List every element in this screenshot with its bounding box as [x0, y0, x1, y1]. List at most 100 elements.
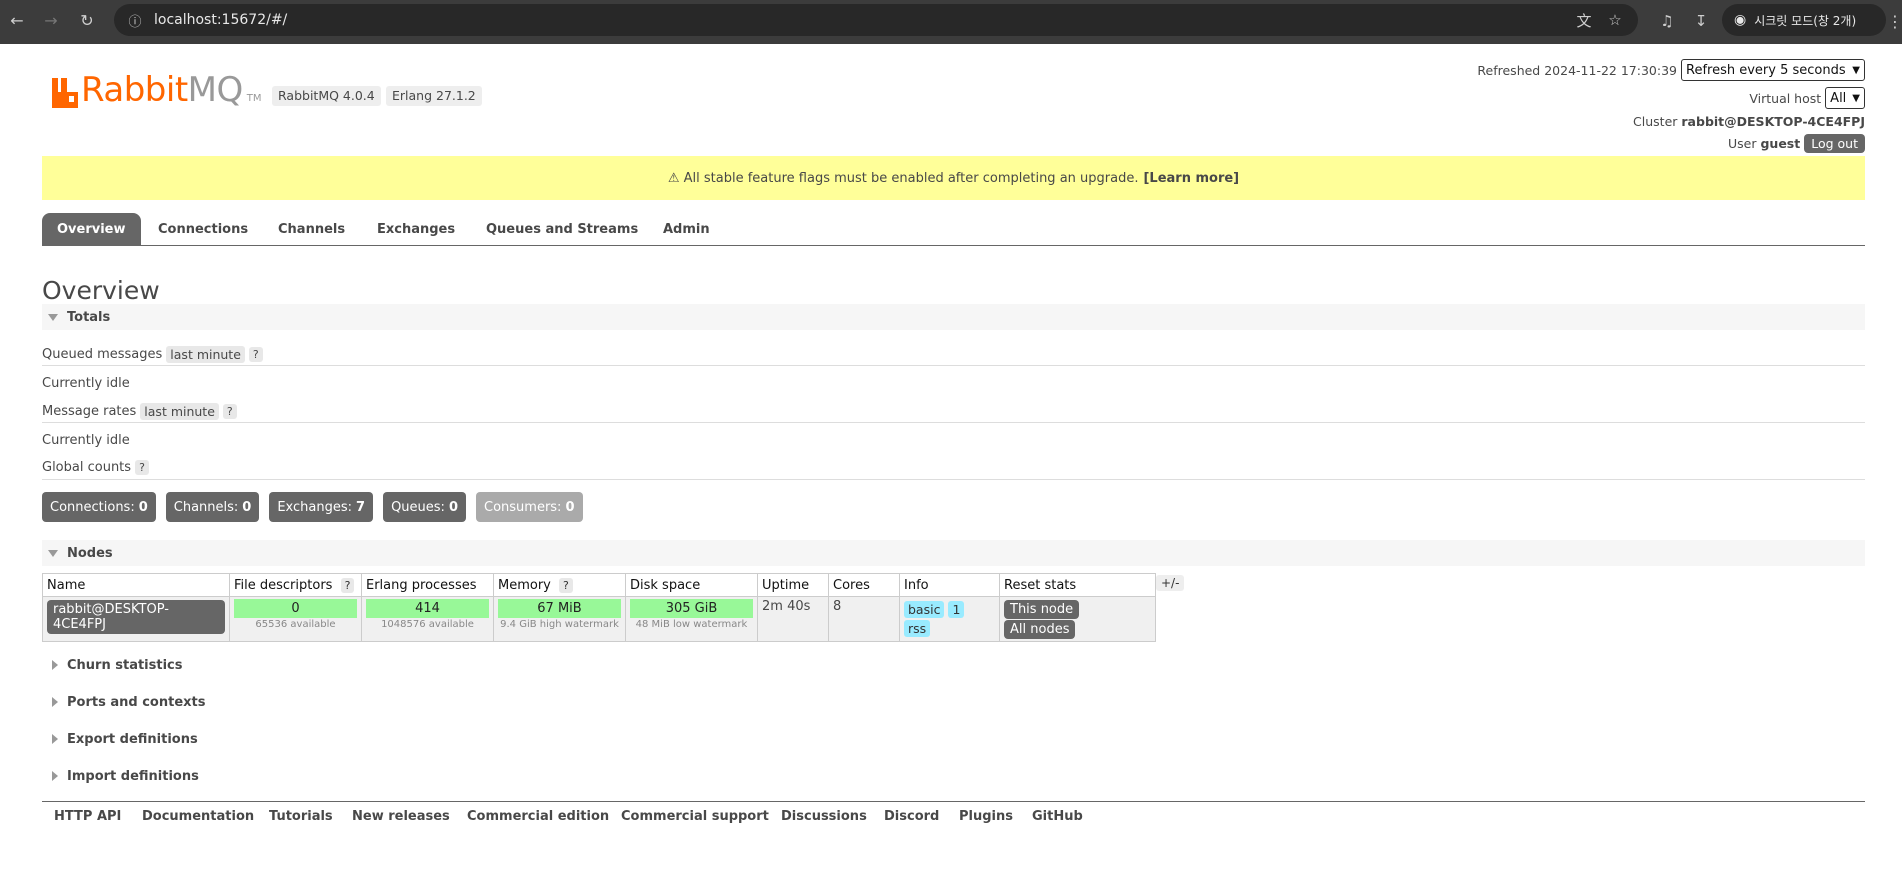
- info-icon[interactable]: ⓘ: [124, 9, 146, 31]
- col-cores: Cores: [828, 573, 900, 597]
- footer-link-github[interactable]: GitHub: [1032, 809, 1083, 824]
- processes-cell: 414 1048576 available: [361, 596, 494, 642]
- section-title: Ports and contexts: [67, 694, 206, 710]
- ports-and-contexts-section[interactable]: Ports and contexts: [42, 689, 1865, 715]
- global-counts-row: Global counts ?: [42, 460, 149, 475]
- info-tag-count: 1: [948, 601, 965, 618]
- count-value: 0: [565, 499, 575, 515]
- erlang-version: Erlang 27.1.2: [386, 86, 482, 106]
- queued-messages-row: Queued messages last minute ?: [42, 346, 263, 363]
- footer-link-commercial-support[interactable]: Commercial support: [621, 809, 769, 824]
- table-header-row: Name File descriptors ? Erlang processes…: [42, 573, 1156, 597]
- logout-button[interactable]: Log out: [1804, 134, 1865, 153]
- refresh-row: Refreshed 2024-11-22 17:30:39 Refresh ev…: [1477, 59, 1865, 81]
- churn-statistics-section[interactable]: Churn statistics: [42, 652, 1865, 678]
- count-label: Exchanges:: [277, 499, 353, 515]
- user-row: User guest Log out: [1728, 134, 1865, 153]
- totals-section-header[interactable]: Totals: [42, 304, 1865, 330]
- queued-range-select[interactable]: last minute: [166, 346, 245, 363]
- tab-connections[interactable]: Connections: [158, 213, 248, 245]
- count-label: Queues:: [391, 499, 445, 515]
- reset-stats-cell: This nodeAll nodes: [999, 596, 1156, 642]
- refresh-interval-select[interactable]: Refresh every 5 seconds ▼: [1681, 59, 1865, 81]
- reset-all-nodes-button[interactable]: All nodes: [1004, 620, 1076, 639]
- refreshed-label: Refreshed: [1477, 62, 1541, 78]
- collapsed-triangle-icon: [52, 697, 58, 707]
- footer-link-new-releases[interactable]: New releases: [352, 809, 450, 824]
- chevron-down-icon: ▼: [1852, 64, 1860, 76]
- tab-exchanges[interactable]: Exchanges: [377, 213, 455, 245]
- footer-link-documentation[interactable]: Documentation: [142, 809, 254, 824]
- banner-text: ⚠ All stable feature flags must be enabl…: [667, 170, 1139, 186]
- processes-bar: 414: [366, 599, 489, 618]
- reload-icon[interactable]: ↻: [72, 0, 102, 40]
- section-title: Export definitions: [67, 731, 198, 747]
- rates-help-button[interactable]: ?: [222, 404, 237, 419]
- address-bar[interactable]: ⓘ localhost:15672/#/ 文 ☆: [114, 4, 1638, 36]
- columns-toggle-button[interactable]: +/-: [1156, 575, 1185, 591]
- fd-bar: 0: [234, 599, 357, 618]
- tab-queues-and-streams[interactable]: Queues and Streams: [486, 213, 638, 245]
- nodes-section-header[interactable]: Nodes: [42, 540, 1865, 566]
- fd-available: 65536 available: [255, 619, 336, 630]
- star-icon[interactable]: ☆: [1604, 9, 1626, 31]
- download-icon[interactable]: ↧: [1689, 9, 1713, 33]
- cores-cell: 8: [828, 596, 900, 642]
- import-definitions-section[interactable]: Import definitions: [42, 763, 1865, 789]
- logo-trademark: TM: [246, 93, 262, 104]
- url-text[interactable]: localhost:15672/#/: [154, 12, 287, 28]
- tab-admin[interactable]: Admin: [663, 213, 710, 245]
- footer-link-commercial-edition[interactable]: Commercial edition: [467, 809, 609, 824]
- nodes-title: Nodes: [67, 545, 113, 561]
- connections-count[interactable]: Connections: 0: [42, 492, 156, 522]
- queued-help-button[interactable]: ?: [248, 347, 263, 362]
- queues-count[interactable]: Queues: 0: [383, 492, 466, 522]
- refresh-interval-value: Refresh every 5 seconds: [1686, 62, 1846, 78]
- channels-count[interactable]: Channels: 0: [165, 492, 260, 522]
- info-tag-basic: basic: [904, 601, 945, 618]
- translate-icon[interactable]: 文: [1573, 9, 1595, 31]
- vhost-select[interactable]: All ▼: [1825, 87, 1865, 109]
- footer-link-discord[interactable]: Discord: [884, 809, 939, 824]
- help-button[interactable]: ?: [559, 577, 573, 593]
- node-name-link[interactable]: rabbit@DESKTOP-4CE4FPJ: [47, 600, 225, 634]
- uptime-cell: 2m 40s: [757, 596, 829, 642]
- media-icon[interactable]: ♫: [1655, 9, 1679, 33]
- col-memory: Memory ?: [493, 573, 626, 597]
- rates-range-select[interactable]: last minute: [140, 403, 219, 420]
- forward-icon[interactable]: →: [36, 0, 66, 40]
- export-definitions-section[interactable]: Export definitions: [42, 726, 1865, 752]
- cluster-name: rabbit@DESKTOP-4CE4FPJ: [1681, 114, 1865, 129]
- exchanges-count[interactable]: Exchanges: 7: [269, 492, 374, 522]
- processes-available: 1048576 available: [381, 619, 474, 630]
- chevron-down-icon: ▼: [1852, 92, 1860, 104]
- tab-channels[interactable]: Channels: [278, 213, 345, 245]
- user-label: User: [1727, 136, 1757, 151]
- learn-more-link[interactable]: [Learn more]: [1143, 171, 1239, 186]
- back-icon[interactable]: ←: [2, 0, 32, 40]
- menu-icon[interactable]: ⋮: [1887, 9, 1902, 33]
- footer-link-tutorials[interactable]: Tutorials: [269, 809, 333, 824]
- rates-idle-text: Currently idle: [42, 433, 130, 448]
- help-button[interactable]: ?: [340, 577, 355, 593]
- consumers-count[interactable]: Consumers: 0: [476, 492, 583, 522]
- footer: HTTP API Documentation Tutorials New rel…: [42, 801, 1865, 832]
- memory-bar: 67 MiB: [498, 599, 621, 618]
- user-name: guest: [1760, 136, 1801, 151]
- tab-overview[interactable]: Overview: [42, 213, 141, 245]
- divider: [42, 422, 1865, 423]
- divider: [42, 479, 1865, 480]
- footer-link-plugins[interactable]: Plugins: [959, 809, 1013, 824]
- rabbitmq-logo[interactable]: Rabbit MQ TM: [52, 68, 262, 108]
- rabbit-logo-icon: [52, 78, 78, 108]
- cluster-row: Cluster rabbit@DESKTOP-4CE4FPJ: [1633, 114, 1865, 129]
- global-counts-help-button[interactable]: ?: [135, 460, 149, 475]
- footer-link-discussions[interactable]: Discussions: [781, 809, 867, 824]
- incognito-indicator[interactable]: ◉ 시크릿 모드(창 2개): [1722, 4, 1886, 36]
- expanded-triangle-icon: [48, 549, 58, 557]
- reset-this-node-button[interactable]: This node: [1004, 600, 1080, 619]
- divider: [42, 365, 1865, 366]
- footer-link-http-api[interactable]: HTTP API: [54, 809, 121, 824]
- incognito-icon: ◉: [1734, 12, 1747, 28]
- cluster-label: Cluster: [1633, 114, 1678, 129]
